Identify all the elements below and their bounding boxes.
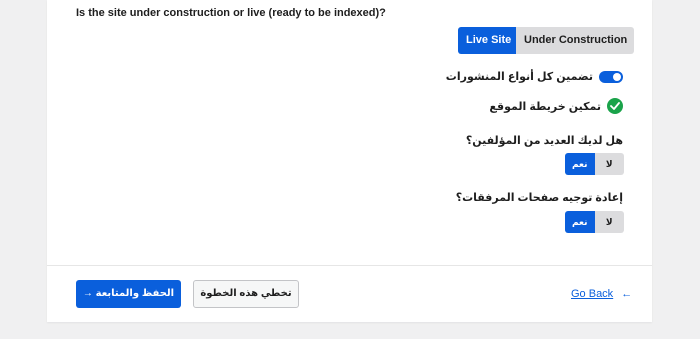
multiple-authors-yes-button[interactable]: نعم — [565, 153, 595, 175]
live-site-button[interactable]: Live Site — [458, 27, 516, 54]
under-construction-button[interactable]: Under Construction — [516, 27, 634, 54]
include-post-types-toggle[interactable] — [599, 70, 623, 83]
multiple-authors-question: هل لديك العديد من المؤلفين؟ — [465, 135, 623, 147]
check-circle-icon[interactable] — [607, 98, 623, 114]
redirect-attachments-no-button[interactable]: لا — [594, 211, 624, 233]
site-status-selector: Live Site Under Construction — [458, 27, 634, 54]
multiple-authors-no-button[interactable]: لا — [594, 153, 624, 175]
redirect-attachments-toggle: نعم لا — [565, 211, 624, 233]
include-post-types-row: تضمين كل أنواع المنشورات — [446, 70, 623, 83]
skip-step-button[interactable]: تخطي هذه الخطوة — [193, 280, 299, 308]
save-and-continue-button[interactable]: الحفظ والمتابعة → — [76, 280, 181, 308]
toggle-knob — [613, 72, 621, 81]
redirect-attachments-yes-button[interactable]: نعم — [565, 211, 595, 233]
go-back-link[interactable]: Go Back ← — [571, 288, 632, 300]
go-back-label: Go Back — [571, 288, 614, 300]
enable-sitemap-label: تمكين خريطة الموقع — [489, 100, 601, 113]
site-status-question: Is the site under construction or live (… — [76, 7, 386, 19]
footer-divider — [47, 265, 652, 266]
redirect-attachments-question: إعادة توجيه صفحات المرفقات؟ — [455, 192, 623, 204]
enable-sitemap-row: تمكين خريطة الموقع — [489, 98, 623, 114]
arrow-left-icon: ← — [621, 288, 633, 300]
multiple-authors-toggle: نعم لا — [565, 153, 624, 175]
include-post-types-label: تضمين كل أنواع المنشورات — [445, 71, 593, 83]
